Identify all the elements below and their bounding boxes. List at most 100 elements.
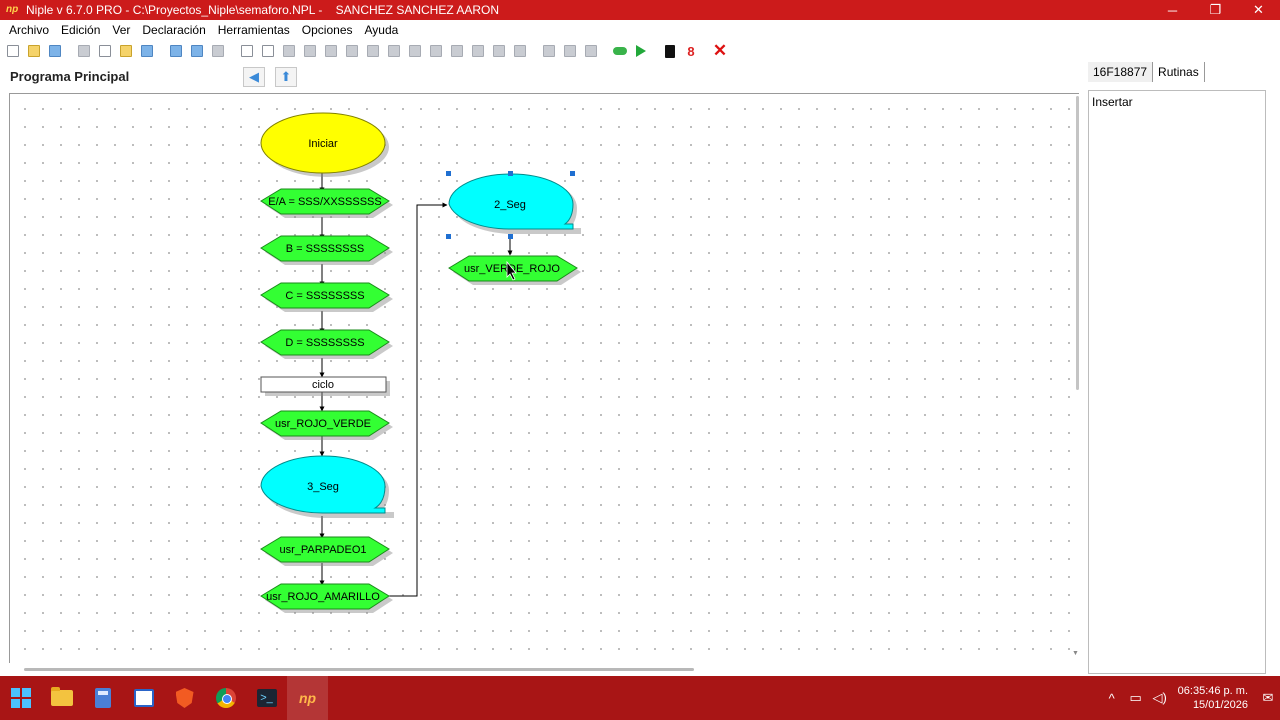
undo-button[interactable] <box>167 42 185 60</box>
menu-ver[interactable]: Ver <box>106 20 136 40</box>
chip-button[interactable] <box>661 42 679 60</box>
back-button[interactable]: ◀ <box>243 67 265 87</box>
grid-icon <box>325 45 337 57</box>
run-button[interactable] <box>632 42 650 60</box>
io-node-c[interactable]: C = SSSSSSSS <box>260 282 393 312</box>
volume-icon[interactable]: ◁) <box>1148 690 1172 706</box>
taskbar-niple[interactable]: np <box>287 676 328 720</box>
menu-declaracion[interactable]: Declaración <box>136 20 211 40</box>
routine-node-rojo-amarillo[interactable]: usr_ROJO_AMARILLO <box>260 583 393 613</box>
loop-label-node[interactable]: ciclo <box>260 376 390 396</box>
insert-label[interactable]: Insertar <box>1092 95 1133 109</box>
routine-node-rojo-verde[interactable]: usr_ROJO_VERDE <box>260 410 393 440</box>
delay-2-seg-label: 2_Seg <box>494 199 526 211</box>
cut-button[interactable] <box>75 42 93 60</box>
disabled-tool-5[interactable] <box>364 42 382 60</box>
window-icon <box>241 45 253 57</box>
grid-icon <box>472 45 484 57</box>
open-file-button[interactable] <box>25 42 43 60</box>
tab-pic-16f18877[interactable]: 16F18877 <box>1088 62 1154 82</box>
view-button-1[interactable] <box>238 42 256 60</box>
snipping-tool-icon <box>133 689 154 707</box>
clock[interactable]: 06:35:46 p. m. 15/01/2026 <box>1172 684 1256 712</box>
disabled-tool-1[interactable] <box>280 42 298 60</box>
select-button[interactable] <box>138 42 156 60</box>
home-button[interactable]: ⬆ <box>275 67 297 87</box>
routine-parpadeo-label: usr_PARPADEO1 <box>279 544 366 556</box>
disabled-tool-4[interactable] <box>343 42 361 60</box>
start-node[interactable]: Iniciar <box>260 112 389 177</box>
disabled-tool-11[interactable] <box>490 42 508 60</box>
io-node-ea[interactable]: E/A = SSS/XXSSSSSS <box>260 188 393 218</box>
disabled-tool-6[interactable] <box>385 42 403 60</box>
delay-node-3-seg[interactable]: 3_Seg <box>260 455 394 519</box>
menu-edicion[interactable]: Edición <box>55 20 106 40</box>
network-icon[interactable]: ▭ <box>1124 690 1148 706</box>
paste-button[interactable] <box>117 42 135 60</box>
disabled-tool-10[interactable] <box>469 42 487 60</box>
compile-button[interactable] <box>611 42 629 60</box>
io-node-b[interactable]: B = SSSSSSSS <box>260 235 393 265</box>
taskbar-brave[interactable] <box>164 676 205 720</box>
start-button[interactable] <box>0 676 41 720</box>
exit-button[interactable]: ✕ <box>711 42 729 60</box>
menu-archivo[interactable]: Archivo <box>3 20 55 40</box>
save-button[interactable] <box>46 42 64 60</box>
loop-label: ciclo <box>312 379 334 391</box>
taskbar-explorer[interactable] <box>41 676 82 720</box>
tools-button[interactable] <box>209 42 227 60</box>
disabled-tool-8[interactable] <box>427 42 445 60</box>
disabled-tool-2[interactable] <box>301 42 319 60</box>
display-button[interactable]: 8 <box>682 42 700 60</box>
grid-icon <box>564 45 576 57</box>
disabled-tool-13[interactable] <box>540 42 558 60</box>
menu-opciones[interactable]: Opciones <box>296 20 359 40</box>
save-icon <box>49 45 61 57</box>
disabled-tool-12[interactable] <box>511 42 529 60</box>
disabled-tool-14[interactable] <box>561 42 579 60</box>
grid-icon <box>409 45 421 57</box>
grid-icon <box>367 45 379 57</box>
scroll-down-icon[interactable]: ▼ <box>1072 650 1079 657</box>
menu-herramientas[interactable]: Herramientas <box>212 20 296 40</box>
right-edge <box>1266 62 1280 674</box>
disabled-tool-9[interactable] <box>448 42 466 60</box>
delay-node-2-seg[interactable]: 2_Seg <box>448 173 581 235</box>
routine-node-parpadeo[interactable]: usr_PARPADEO1 <box>260 536 393 566</box>
insert-panel: Insertar <box>1088 90 1266 674</box>
redo-button[interactable] <box>188 42 206 60</box>
taskbar-snipping[interactable] <box>123 676 164 720</box>
horizontal-scrollbar[interactable] <box>24 668 694 671</box>
windows-logo-icon <box>10 688 31 708</box>
view-button-2[interactable] <box>259 42 277 60</box>
new-file-button[interactable] <box>4 42 22 60</box>
arrow-left-icon: ◀ <box>249 69 259 84</box>
taskbar-chrome[interactable] <box>205 676 246 720</box>
table-icon <box>262 45 274 57</box>
menu-ayuda[interactable]: Ayuda <box>359 20 405 40</box>
red-x-icon: ✕ <box>712 41 728 60</box>
taskbar-calculator[interactable] <box>82 676 123 720</box>
flowchart-canvas[interactable]: Iniciar E/A = SSS/XXSSSSSS B = SSSSSSSS … <box>9 93 1079 663</box>
close-button[interactable]: ✕ <box>1237 0 1280 20</box>
minimize-button[interactable]: ─ <box>1151 0 1194 20</box>
disabled-tool-3[interactable] <box>322 42 340 60</box>
taskbar-terminal[interactable]: >_ <box>246 676 287 720</box>
restore-button[interactable]: ❐ <box>1194 0 1237 20</box>
io-node-c-label: C = SSSSSSSS <box>285 290 364 302</box>
copy-button[interactable] <box>96 42 114 60</box>
disabled-tool-15[interactable] <box>582 42 600 60</box>
tab-rutinas[interactable]: Rutinas <box>1153 62 1205 82</box>
notification-icon[interactable]: ✉ <box>1256 690 1280 706</box>
delay-3-seg-label: 3_Seg <box>307 481 339 493</box>
microcontroller-icon <box>665 44 675 58</box>
grid-icon <box>451 45 463 57</box>
window-controls: ─ ❐ ✕ <box>1151 0 1280 20</box>
select-icon <box>141 45 153 57</box>
routine-node-verde-rojo[interactable]: usr_VERDE_ROJO <box>448 255 581 285</box>
vertical-scrollbar[interactable] <box>1076 96 1079 390</box>
clock-date: 15/01/2026 <box>1192 699 1248 711</box>
io-node-d[interactable]: D = SSSSSSSS <box>260 329 393 359</box>
chevron-up-icon[interactable]: ^ <box>1100 691 1124 706</box>
disabled-tool-7[interactable] <box>406 42 424 60</box>
